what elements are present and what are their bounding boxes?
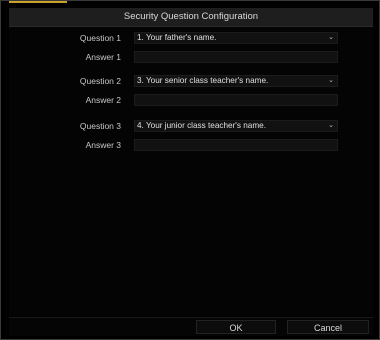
security-question-dialog: Security Question Configuration Question… bbox=[0, 0, 380, 340]
question-1-dropdown[interactable]: 1. Your father's name. ⌄ bbox=[134, 32, 338, 44]
title-bar: Security Question Configuration bbox=[9, 8, 373, 27]
question-3-selected: 4. Your junior class teacher's name. bbox=[137, 121, 266, 130]
form-area: Question 1 1. Your father's name. ⌄ Answ… bbox=[9, 27, 373, 316]
chevron-down-icon: ⌄ bbox=[328, 34, 334, 41]
accent-line bbox=[9, 1, 67, 3]
question-2-label: Question 2 bbox=[79, 76, 121, 86]
answer-2-label: Answer 2 bbox=[85, 95, 121, 105]
answer-1-field-box bbox=[134, 51, 338, 63]
answer-2-row: Answer 2 bbox=[9, 93, 373, 107]
dialog-footer: OK Cancel bbox=[9, 317, 373, 336]
cancel-button[interactable]: Cancel bbox=[287, 320, 369, 334]
question-2-row: Question 2 3. Your senior class teacher'… bbox=[9, 74, 373, 88]
answer-3-row: Answer 3 bbox=[9, 138, 373, 152]
question-2-selected: 3. Your senior class teacher's name. bbox=[137, 76, 269, 85]
answer-1-label: Answer 1 bbox=[85, 52, 121, 62]
chevron-down-icon: ⌄ bbox=[328, 77, 334, 84]
question-3-row: Question 3 4. Your junior class teacher'… bbox=[9, 119, 373, 133]
answer-3-input[interactable] bbox=[135, 140, 337, 150]
question-1-selected: 1. Your father's name. bbox=[137, 33, 217, 42]
answer-3-field-box bbox=[134, 139, 338, 151]
answer-2-field-box bbox=[134, 94, 338, 106]
question-3-dropdown[interactable]: 4. Your junior class teacher's name. ⌄ bbox=[134, 120, 338, 132]
question-1-row: Question 1 1. Your father's name. ⌄ bbox=[9, 31, 373, 45]
chevron-down-icon: ⌄ bbox=[328, 122, 334, 129]
answer-2-input[interactable] bbox=[135, 95, 337, 105]
answer-3-label: Answer 3 bbox=[85, 140, 121, 150]
dialog-title: Security Question Configuration bbox=[123, 11, 259, 22]
question-2-dropdown[interactable]: 3. Your senior class teacher's name. ⌄ bbox=[134, 75, 338, 87]
question-3-label: Question 3 bbox=[79, 121, 121, 131]
question-1-label: Question 1 bbox=[79, 33, 121, 43]
answer-1-input[interactable] bbox=[135, 52, 337, 62]
ok-button[interactable]: OK bbox=[196, 320, 276, 334]
answer-1-row: Answer 1 bbox=[9, 50, 373, 64]
